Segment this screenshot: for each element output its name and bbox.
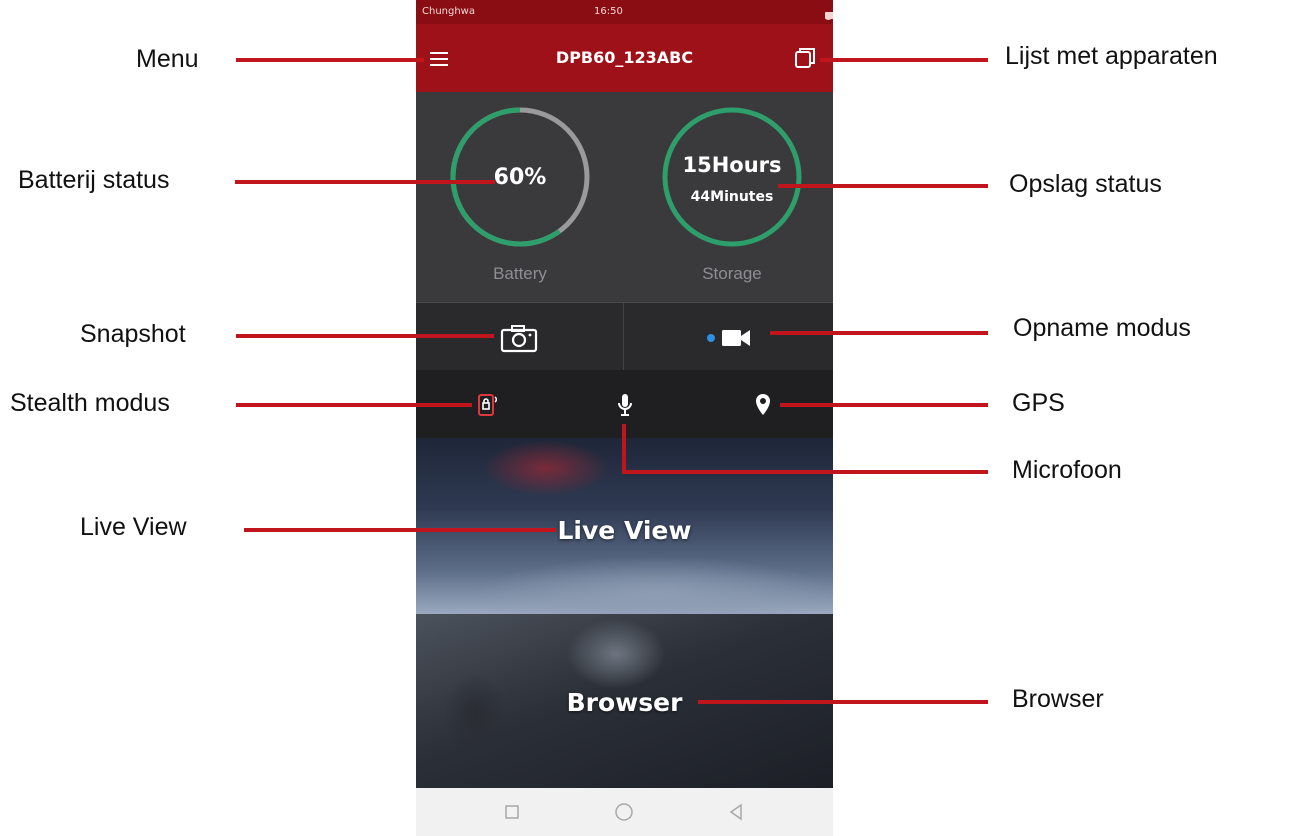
callout-snapshot: Snapshot [80, 320, 186, 348]
back-button[interactable] [726, 802, 746, 822]
storage-gauge: 15Hours 44Minutes [660, 105, 804, 249]
callout-line-live-view [244, 528, 556, 532]
camera-icon [500, 325, 538, 353]
callout-menu: Menu [136, 45, 199, 73]
app-bar: DPB60_123ABC [416, 24, 833, 92]
callout-storage-status: Opslag status [1009, 170, 1162, 198]
callout-line-browser [698, 700, 988, 704]
phone-screen: Chunghwa 16:50 100% DPB60_123ABC 60% [416, 0, 833, 836]
home-button[interactable] [614, 802, 634, 822]
callout-stealth-mode: Stealth modus [10, 389, 170, 417]
battery-icon [825, 12, 833, 19]
circle-icon [615, 803, 633, 821]
stealth-mode-toggle[interactable] [474, 392, 500, 418]
stealth-icon [478, 394, 497, 416]
storage-hours: 15Hours [682, 153, 782, 177]
callout-vline-microphone [622, 424, 626, 474]
battery-gauge: 60% [448, 105, 592, 249]
location-pin-icon [756, 394, 770, 415]
callout-line-record [770, 331, 988, 335]
status-panel: 60% Battery 15Hours 44Minutes Storage [416, 92, 833, 302]
callout-line-device-list [820, 58, 988, 62]
record-mode-button[interactable] [706, 325, 766, 351]
storage-label: Storage [702, 264, 762, 283]
clock: 16:50 [594, 6, 623, 17]
status-bar: Chunghwa 16:50 100% [416, 0, 833, 24]
callout-battery-status: Batterij status [18, 166, 170, 194]
device-name-title: DPB60_123ABC [555, 48, 694, 67]
callout-line-menu [236, 58, 424, 62]
storage-ring [662, 107, 802, 247]
gps-toggle[interactable] [750, 392, 776, 418]
callout-line-microphone [622, 470, 988, 474]
microphone-toggle[interactable] [612, 392, 638, 418]
storage-minutes: 44Minutes [690, 189, 774, 205]
carrier-label: Chunghwa [422, 6, 475, 17]
callout-line-snapshot [236, 334, 494, 338]
callout-gps: GPS [1012, 389, 1065, 417]
callout-record-mode: Opname modus [1013, 314, 1191, 342]
android-nav-bar [416, 788, 833, 836]
snapshot-button[interactable] [500, 323, 538, 353]
video-camera-icon [722, 330, 750, 346]
callout-line-storage [778, 184, 988, 188]
record-dot-icon [707, 334, 715, 342]
action-divider [623, 303, 624, 371]
device-list-button[interactable] [791, 44, 819, 72]
callout-browser: Browser [1012, 685, 1104, 713]
back-triangle-icon [729, 803, 742, 821]
callout-live-view: Live View [80, 513, 187, 541]
recents-button[interactable] [502, 802, 522, 822]
square-icon [505, 805, 519, 819]
microphone-icon [618, 394, 632, 416]
callout-line-gps [780, 403, 988, 407]
callout-line-stealth [236, 403, 472, 407]
battery-label: Battery [493, 264, 547, 283]
callout-device-list: Lijst met apparaten [1005, 42, 1218, 70]
callout-line-battery [235, 180, 495, 184]
device-list-icon [795, 48, 815, 68]
battery-value: 60% [493, 165, 547, 190]
callout-microphone: Microfoon [1012, 456, 1122, 484]
